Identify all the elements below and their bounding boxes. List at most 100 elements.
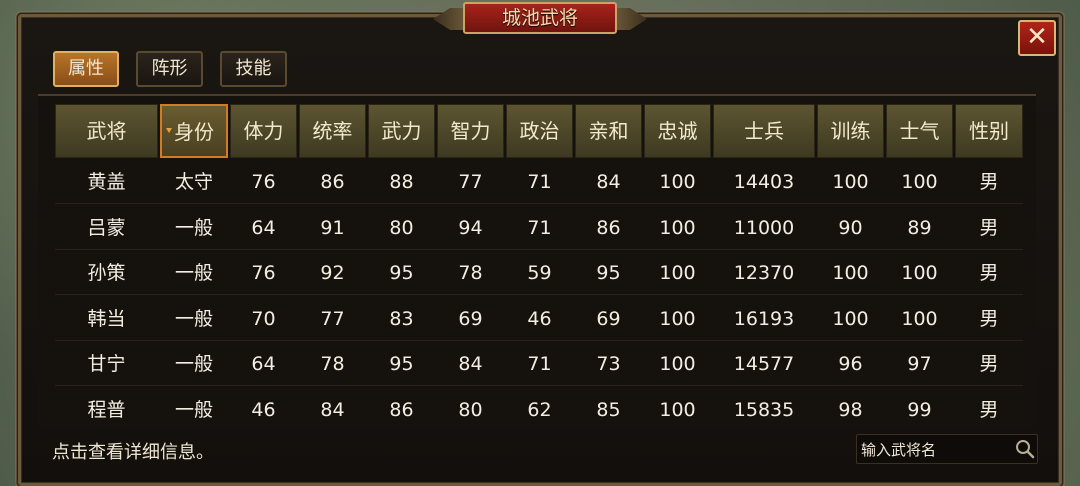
- tab-attributes[interactable]: 属性: [53, 51, 119, 87]
- cell-loyalty: 100: [659, 262, 696, 284]
- cell-affinity: 86: [596, 216, 621, 239]
- column-header-label: 身份: [174, 120, 214, 144]
- column-header-soldiers[interactable]: 士兵: [713, 104, 815, 158]
- sort-arrow-icon: [166, 128, 172, 133]
- cell-affinity: 73: [596, 353, 621, 375]
- cell-general: 韩当: [87, 307, 126, 330]
- tab-skills[interactable]: 技能: [220, 51, 287, 87]
- cell-politics: 59: [527, 262, 552, 284]
- cell-stamina: 64: [251, 353, 276, 375]
- cell-loyalty: 100: [659, 216, 696, 239]
- cell-gender: 男: [979, 307, 999, 330]
- cell-intellect: 84: [458, 353, 483, 375]
- cell-gender: 男: [979, 216, 999, 239]
- column-header-label: 忠诚: [657, 119, 698, 143]
- column-header-training[interactable]: 训练: [817, 104, 884, 158]
- table-row[interactable]: 吕蒙 一般 64 91 80 94 71 86 100 11000 90 89 男: [55, 206, 1023, 250]
- cell-command: 84: [320, 398, 345, 421]
- cell-soldiers: 15835: [733, 398, 795, 421]
- cell-command: 77: [320, 307, 345, 330]
- cell-stamina: 64: [251, 216, 276, 239]
- cell-soldiers: 14403: [733, 171, 795, 193]
- cell-general: 甘宁: [87, 353, 126, 375]
- cell-command: 91: [320, 216, 345, 239]
- tab-formation[interactable]: 阵形: [136, 51, 203, 87]
- column-header-label: 性别: [969, 119, 1009, 143]
- table-row[interactable]: 程普 一般 46 84 86 80 62 85 100 15835 98 99 男: [55, 388, 1023, 427]
- column-header-label: 训练: [830, 119, 871, 143]
- column-header-command[interactable]: 统率: [299, 104, 366, 158]
- cell-intellect: 78: [458, 262, 483, 284]
- table-row[interactable]: 韩当 一般 70 77 83 69 46 69 100 16193 100 100 男: [55, 297, 1023, 341]
- cell-intellect: 77: [458, 171, 483, 193]
- cell-affinity: 85: [596, 398, 621, 421]
- cell-general: 黄盖: [87, 171, 126, 193]
- cell-gender: 男: [979, 262, 999, 284]
- cell-stamina: 46: [251, 398, 276, 421]
- column-header-label: 武将: [86, 119, 127, 143]
- cell-force: 86: [389, 398, 414, 421]
- title-banner: 城池武将: [433, 0, 647, 36]
- general-name-search-input[interactable]: [861, 438, 1011, 462]
- cell-identity: 一般: [174, 353, 213, 375]
- cell-training: 100: [832, 307, 869, 330]
- cell-politics: 71: [527, 216, 552, 239]
- cell-general: 孙策: [87, 262, 126, 284]
- cell-identity: 一般: [174, 307, 213, 330]
- search-icon[interactable]: [1015, 439, 1035, 459]
- column-header-loyalty[interactable]: 忠诚: [644, 104, 711, 158]
- cell-soldiers: 14577: [733, 353, 795, 375]
- window-title: 城池武将: [463, 2, 617, 34]
- cell-command: 86: [320, 171, 345, 193]
- column-header-label: 武力: [381, 119, 422, 143]
- cell-stamina: 76: [251, 171, 276, 193]
- column-header-label: 体力: [243, 119, 284, 143]
- cell-training: 98: [838, 398, 863, 421]
- cell-general: 程普: [87, 398, 126, 421]
- column-header-general[interactable]: 武将: [55, 104, 158, 158]
- column-header-identity[interactable]: 身份: [160, 104, 228, 158]
- cell-command: 78: [320, 353, 345, 375]
- cell-politics: 46: [527, 307, 552, 330]
- cell-loyalty: 100: [659, 353, 696, 375]
- cell-morale: 89: [907, 216, 932, 239]
- cell-loyalty: 100: [659, 171, 696, 193]
- cell-morale: 100: [901, 171, 938, 193]
- cell-command: 92: [320, 262, 345, 284]
- cell-politics: 71: [527, 171, 552, 193]
- column-header-affinity[interactable]: 亲和: [575, 104, 642, 158]
- cell-loyalty: 100: [659, 398, 696, 421]
- cell-identity: 一般: [174, 262, 213, 284]
- cell-force: 95: [389, 262, 414, 284]
- column-header-gender[interactable]: 性别: [955, 104, 1023, 158]
- cell-morale: 97: [907, 353, 932, 375]
- cell-identity: 一般: [174, 398, 213, 421]
- cell-force: 80: [389, 216, 414, 239]
- cell-morale: 99: [907, 398, 932, 421]
- cell-affinity: 84: [596, 171, 621, 193]
- cell-training: 90: [838, 216, 863, 239]
- column-header-label: 士气: [899, 119, 940, 143]
- column-header-label: 统率: [312, 119, 353, 143]
- cell-intellect: 80: [458, 398, 483, 421]
- table-row[interactable]: 黄盖 太守 76 86 88 77 71 84 100 14403 100 100 男: [55, 160, 1023, 204]
- cell-training: 100: [832, 171, 869, 193]
- generals-table: 武将 身份 体力 统率 武力 智力 政治 亲和 忠诚 士兵 训练 士气 性别 黄盖 太守 76 86 88 77 7…: [38, 94, 1036, 426]
- close-button[interactable]: ✕: [1018, 20, 1056, 56]
- column-header-stamina[interactable]: 体力: [230, 104, 297, 158]
- cell-morale: 100: [901, 262, 938, 284]
- column-header-intellect[interactable]: 智力: [437, 104, 504, 158]
- column-header-politics[interactable]: 政治: [506, 104, 573, 158]
- cell-intellect: 69: [458, 307, 483, 330]
- cell-identity: 太守: [174, 171, 213, 193]
- cell-affinity: 69: [596, 307, 621, 330]
- cell-soldiers: 12370: [733, 262, 795, 284]
- cell-gender: 男: [979, 171, 999, 193]
- column-header-morale[interactable]: 士气: [886, 104, 953, 158]
- search-box[interactable]: [856, 434, 1038, 464]
- table-row[interactable]: 孙策 一般 76 92 95 78 59 95 100 12370 100 100 男: [55, 251, 1023, 295]
- column-header-force[interactable]: 武力: [368, 104, 435, 158]
- cell-stamina: 70: [251, 307, 276, 330]
- table-row[interactable]: 甘宁 一般 64 78 95 84 71 73 100 14577 96 97 男: [55, 342, 1023, 386]
- cell-soldiers: 16193: [733, 307, 795, 330]
